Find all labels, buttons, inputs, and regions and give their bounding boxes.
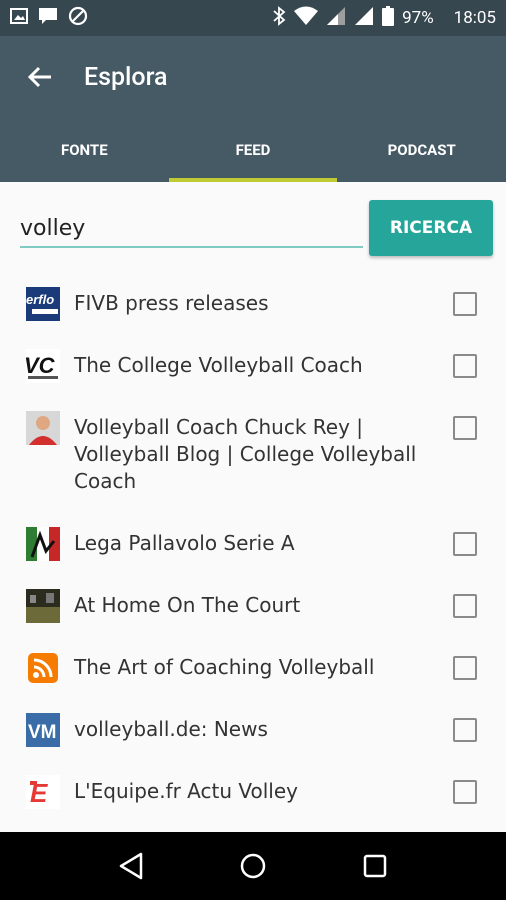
arrow-back-icon [27,66,51,88]
list-item[interactable]: erflo FIVB press releases [0,274,506,336]
signal-icon [326,6,346,31]
shield-notification-icon [68,6,88,30]
circle-home-icon [240,853,266,879]
list-item[interactable]: VC The College Volleyball Coach [0,336,506,398]
navigation-bar [0,832,506,900]
search-button[interactable]: RICERCA [369,200,493,256]
feed-checkbox[interactable] [453,532,477,556]
feed-label: The College Volleyball Coach [74,353,363,377]
message-notification-icon [38,7,58,29]
feed-label: FIVB press releases [74,291,269,315]
battery-percent: 97% [402,8,434,28]
feed-label: The Art of Coaching Volleyball [74,655,375,679]
feed-label: L'Equipe.fr Actu Volley [74,779,299,803]
list-item[interactable]: VM volleyball.de: News [0,700,506,762]
list-item[interactable]: Lega Pallavolo Serie A [0,514,506,576]
wifi-icon [294,6,319,31]
bluetooth-icon [272,5,286,31]
coach-avatar-icon [26,411,60,445]
list-item[interactable]: The Art of Coaching Volleyball [0,638,506,700]
nav-back-button[interactable] [101,836,161,896]
cvc-logo-icon: VC [26,349,60,383]
lequipe-logo-icon: E [26,775,60,809]
feed-label: At Home On The Court [74,593,301,617]
court-photo-icon [26,589,60,623]
triangle-back-icon [119,852,143,880]
nav-recents-button[interactable] [345,836,405,896]
app-bar: Esplora [0,36,506,118]
battery-icon [382,5,395,31]
list-item[interactable]: Volleyball Coach Chuck Rey | Volleyball … [0,398,506,514]
feed-checkbox[interactable] [453,780,477,804]
feed-checkbox[interactable] [453,656,477,680]
image-notification-icon [10,7,28,29]
search-row: RICERCA [0,182,506,272]
page-title: Esplora [84,62,168,92]
list-item[interactable]: E L'Equipe.fr Actu Volley [0,762,506,824]
lega-logo-icon [26,527,60,561]
rss-icon [26,651,60,685]
tab-bar: FONTE FEED PODCAST [0,118,506,182]
nav-home-button[interactable] [223,836,283,896]
feed-list: erflo FIVB press releases VC The College… [0,274,506,824]
feed-label: volleyball.de: News [74,717,268,741]
svg-text:erflo: erflo [26,292,54,307]
tab-podcast[interactable]: PODCAST [337,118,506,182]
feed-checkbox[interactable] [453,718,477,742]
status-bar: 97% 18:05 [0,0,506,36]
vm-logo-icon: VM [26,713,60,747]
feed-checkbox[interactable] [453,292,477,316]
feed-checkbox[interactable] [453,354,477,378]
list-item[interactable]: At Home On The Court [0,576,506,638]
tab-fonte[interactable]: FONTE [0,118,169,182]
feed-label: Volleyball Coach Chuck Rey | Volleyball … [74,415,417,493]
fivb-logo-icon: erflo [26,287,60,321]
svg-text:VC: VC [26,353,56,378]
feed-checkbox[interactable] [453,416,477,440]
svg-text:VM: VM [28,722,57,743]
square-recents-icon [363,854,387,878]
search-input[interactable] [20,210,363,248]
tab-feed[interactable]: FEED [168,118,338,182]
clock: 18:05 [453,8,496,28]
feed-label: Lega Pallavolo Serie A [74,531,295,555]
signal-icon-2 [354,6,374,31]
feed-checkbox[interactable] [453,594,477,618]
back-button[interactable] [18,55,62,99]
